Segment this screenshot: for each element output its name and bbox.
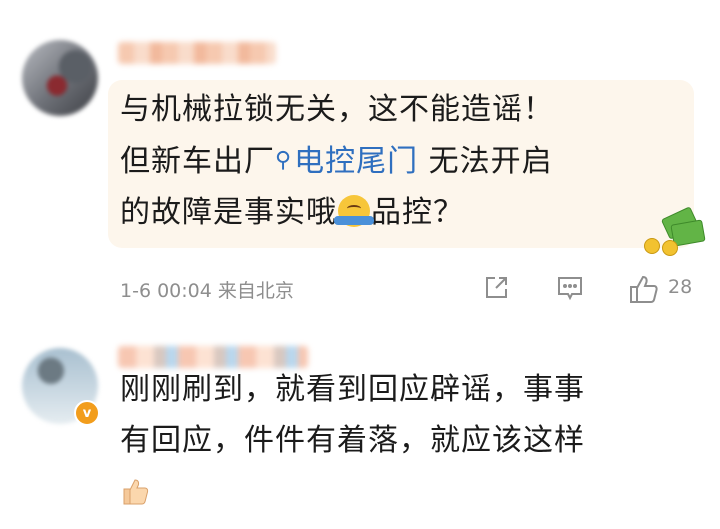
username-redacted[interactable] xyxy=(118,42,276,64)
topic-label: 电控尾门 xyxy=(294,144,419,179)
comment-2: v 刚刚刷到，就看到回应辟谣，事事 有回应，件件有着落，就应该这样 xyxy=(0,318,720,529)
money-sticker xyxy=(642,206,706,256)
comment-line-1: 刚刚刷到，就看到回应辟谣，事事 xyxy=(120,372,585,407)
comment-line-2-start: 但新车出厂 xyxy=(120,144,275,179)
comment-line-3: 的故障是事实哦 品控？ xyxy=(120,187,680,238)
verified-badge-icon: v xyxy=(74,400,100,426)
topic-link[interactable]: ⚲电控尾门 xyxy=(275,144,418,179)
share-icon[interactable] xyxy=(482,274,510,306)
comment-line-3 xyxy=(120,466,710,523)
shrug-face-emoji xyxy=(334,195,374,227)
comment-text: 与机械拉锁无关，这不能造谣！ 但新车出厂⚲电控尾门 无法开启 的故障是事实哦 品控… xyxy=(120,84,680,238)
reply-icon[interactable] xyxy=(556,274,584,306)
comment-line-2-end: 无法开启 xyxy=(418,144,553,179)
comment-line-3-start: 的故障是事实哦 xyxy=(120,195,337,230)
comment-text: 刚刚刷到，就看到回应辟谣，事事 有回应，件件有着落，就应该这样 xyxy=(120,364,710,523)
comment-line-1: 与机械拉锁无关，这不能造谣！ xyxy=(120,92,554,127)
comment-line-2: 有回应，件件有着落，就应该这样 xyxy=(120,423,585,458)
timestamp-location: 1-6 00:04 来自北京 xyxy=(120,280,294,302)
comment-1: 与机械拉锁无关，这不能造谣！ 但新车出厂⚲电控尾门 无法开启 的故障是事实哦 品控… xyxy=(0,0,720,318)
thumbs-up-emoji xyxy=(120,472,152,523)
comment-line-3-end: 品控？ xyxy=(371,195,464,230)
search-icon: ⚲ xyxy=(275,148,293,173)
comment-line-2: 但新车出厂⚲电控尾门 无法开启 xyxy=(120,135,680,187)
avatar[interactable] xyxy=(22,40,98,116)
like-icon[interactable] xyxy=(628,274,660,308)
comment-meta: 1-6 00:04 来自北京 28 xyxy=(120,272,700,306)
like-count: 28 xyxy=(668,276,693,298)
